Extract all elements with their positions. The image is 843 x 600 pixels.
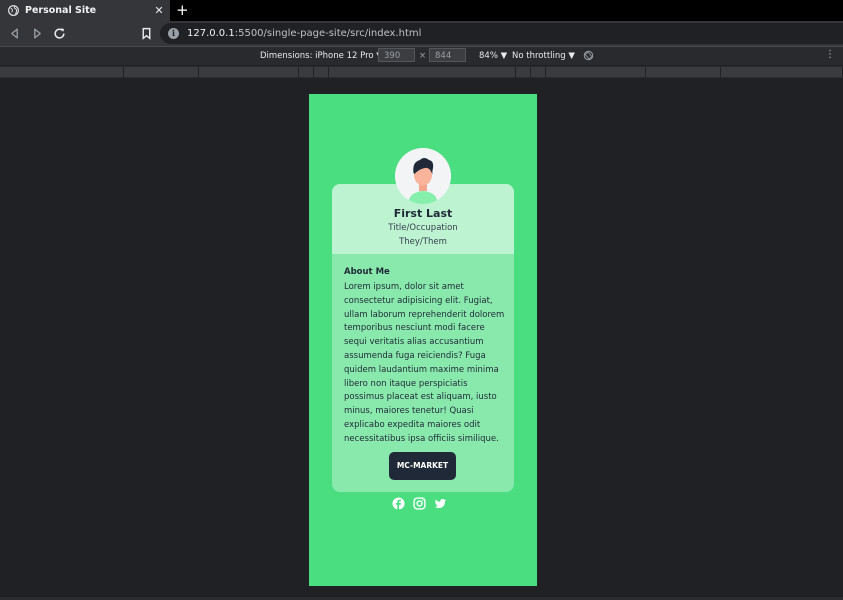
mc-market-button[interactable]: MC-MARKET — [389, 452, 456, 480]
device-viewport: First Last Title/Occupation They/Them Ab… — [309, 94, 537, 586]
reload-icon[interactable] — [53, 27, 66, 40]
throttling-select[interactable]: No throttling ▼ — [512, 51, 575, 61]
tab-title: Personal Site — [25, 5, 97, 16]
more-options-icon[interactable]: ⋮ — [825, 49, 835, 60]
media-query-segment[interactable] — [646, 67, 721, 77]
zoom-select[interactable]: 84% ▼ — [479, 51, 507, 61]
new-tab-button[interactable]: + — [176, 1, 189, 20]
width-input[interactable]: 390 — [378, 48, 415, 62]
url-host: 127.0.0.1 — [187, 28, 235, 39]
rotate-icon[interactable] — [583, 50, 594, 61]
url-text[interactable]: 127.0.0.1:5500/single-page-site/src/inde… — [187, 28, 421, 39]
profile-name: First Last — [393, 207, 453, 220]
avatar-illustration-icon — [395, 148, 451, 204]
tab-personal-site[interactable]: Personal Site ✕ — [0, 0, 170, 21]
media-query-segment[interactable] — [124, 67, 199, 77]
facebook-icon[interactable] — [392, 497, 405, 510]
media-query-segment[interactable] — [721, 67, 843, 77]
media-query-bar — [0, 66, 843, 78]
dimensions-select[interactable]: Dimensions: iPhone 12 Pro ▼ — [260, 51, 383, 61]
instagram-icon[interactable] — [413, 497, 426, 510]
media-query-segment[interactable] — [314, 67, 329, 77]
back-icon[interactable] — [8, 27, 21, 40]
bookmark-icon[interactable] — [140, 27, 153, 40]
media-query-segment[interactable] — [531, 67, 546, 77]
media-query-segment[interactable] — [0, 67, 124, 77]
about-text: Lorem ipsum, dolor sit amet consectetur … — [344, 282, 505, 444]
media-query-segment[interactable] — [516, 67, 531, 77]
avatar — [395, 148, 451, 204]
media-query-segment[interactable] — [199, 67, 299, 77]
twitter-icon[interactable] — [434, 497, 447, 510]
social-links — [392, 497, 447, 510]
profile-pronouns: They/Them — [399, 237, 447, 247]
about-heading: About Me — [344, 267, 390, 277]
url-path: :5500/single-page-site/src/index.html — [234, 28, 422, 39]
globe-icon — [8, 5, 19, 16]
tab-close-icon[interactable]: ✕ — [152, 4, 166, 17]
address-bar[interactable]: i 127.0.0.1:5500/single-page-site/src/in… — [160, 23, 843, 44]
site-info-icon[interactable]: i — [168, 28, 179, 39]
profile-occupation: Title/Occupation — [388, 223, 458, 233]
media-query-segment[interactable] — [299, 67, 314, 77]
tab-strip: Personal Site ✕ + — [0, 0, 843, 21]
height-input[interactable]: 844 — [429, 48, 466, 62]
forward-icon[interactable] — [31, 27, 44, 40]
media-query-segment[interactable] — [329, 67, 516, 77]
times-label: × — [419, 51, 427, 61]
device-toolbar: Dimensions: iPhone 12 Pro ▼ 390 × 844 84… — [0, 47, 843, 65]
media-query-segment[interactable] — [546, 67, 646, 77]
